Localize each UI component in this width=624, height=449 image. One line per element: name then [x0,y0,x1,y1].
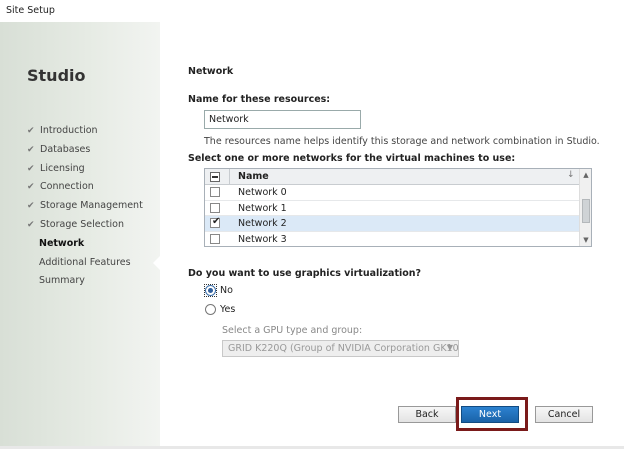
step-label: Introduction [40,125,98,136]
step-label: Storage Management [40,200,143,212]
row-checkbox[interactable] [210,187,220,197]
wizard-steps: ✔ Introduction ✔ Databases ✔ Licensing ✔… [27,122,157,291]
step-storage-management: ✔ Storage Management [27,197,157,216]
network-table: Name ↓ Network 0 Network 1 ✔ Network 2 N… [204,168,592,247]
table-row[interactable]: Network 3 [205,232,579,248]
row-checkbox[interactable] [210,233,220,244]
name-help-text: The resources name helps identify this s… [204,136,600,147]
checkmark-icon: ✔ [27,219,35,230]
step-network: Network [39,237,85,249]
checkmark-icon: ✔ [27,201,35,212]
table-scrollbar[interactable]: ▲ ▼ [579,169,591,246]
checkmark-icon: ✔ [27,126,35,136]
active-step-pointer [153,256,160,270]
step-connection: ✔ Connection [27,178,157,197]
table-rows: Network 0 Network 1 ✔ Network 2 Network … [205,185,579,247]
table-header: Name ↓ [205,169,579,185]
step-label: Databases [40,143,91,155]
step-introduction: ✔ Introduction [27,122,157,141]
window-title: Site Setup [6,5,55,16]
step-label: Storage Selection [40,218,125,230]
chevron-down-icon: ▼ [446,343,453,352]
scrollbar-thumb[interactable] [582,199,590,223]
graphics-yes-radio[interactable] [205,304,216,315]
checkmark-icon: ✔ [27,182,35,193]
step-storage-selection: ✔ Storage Selection [27,216,157,235]
gpu-selected-value: GRID K220Q (Group of NVIDIA Corporation … [228,343,459,354]
graphics-question: Do you want to use graphics virtualizati… [188,268,422,279]
studio-brand: Studio [27,66,86,85]
cancel-button[interactable]: Cancel [535,406,593,423]
name-column-header[interactable]: Name [238,171,269,182]
step-additional-features: Additional Features [39,256,131,268]
step-databases: ✔ Databases [27,141,157,160]
network-name: Network 2 [238,218,287,229]
row-checkbox[interactable]: ✔ [210,216,221,228]
scroll-up-icon[interactable]: ▲ [580,169,592,181]
table-row[interactable]: Network 1 [205,201,579,216]
sort-arrow-icon[interactable]: ↓ [567,170,575,180]
row-checkbox[interactable] [210,202,220,213]
gpu-label: Select a GPU type and group: [222,325,363,336]
next-highlight-box [456,397,528,431]
column-separator [229,169,230,185]
checkmark-icon: ✔ [212,216,221,227]
title-bar: Site Setup [0,0,624,22]
scroll-down-icon[interactable]: ▼ [580,234,592,246]
step-summary: Summary [39,275,85,287]
main-panel: Network Name for these resources: The re… [160,22,624,449]
network-name: Network 1 [238,202,287,214]
graphics-yes-label[interactable]: Yes [220,304,235,315]
networks-label: Select one or more networks for the virt… [188,153,516,164]
table-row[interactable]: Network 0 [205,185,579,201]
resources-name-input[interactable] [204,110,361,129]
step-label: Connection [40,181,94,193]
network-name: Network 0 [238,187,287,198]
graphics-no-label[interactable]: No [220,285,233,296]
select-all-checkbox[interactable] [210,172,220,182]
step-licensing: ✔ Licensing [27,160,157,179]
wizard-sidebar: Studio ✔ Introduction ✔ Databases ✔ Lice… [0,22,160,449]
step-label: Licensing [40,162,85,174]
back-button[interactable]: Back [398,406,456,423]
checkmark-icon: ✔ [27,144,35,155]
name-label: Name for these resources: [188,94,331,105]
checkmark-icon: ✔ [27,163,35,174]
page-title: Network [188,66,234,77]
network-name: Network 3 [238,233,287,245]
gpu-type-dropdown[interactable]: GRID K220Q (Group of NVIDIA Corporation … [222,340,459,357]
graphics-no-radio[interactable] [205,285,216,296]
table-row[interactable]: ✔ Network 2 [205,216,579,232]
